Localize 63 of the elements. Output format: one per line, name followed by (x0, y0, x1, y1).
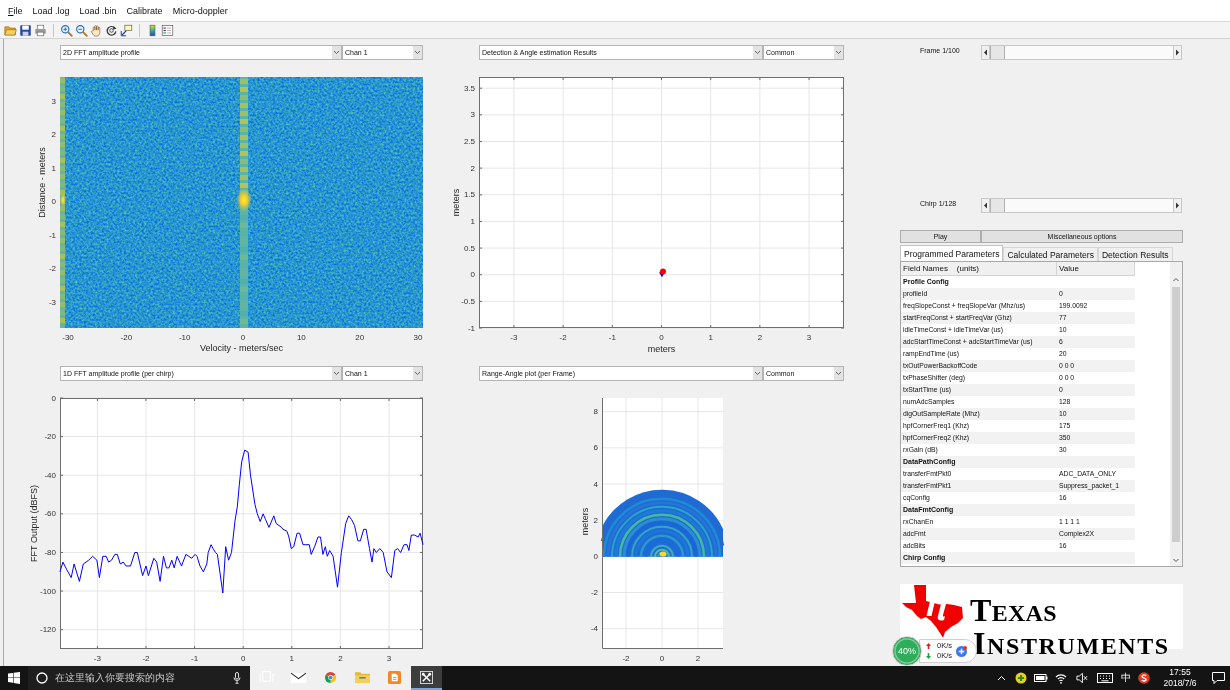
x-tick-label: -3 (93, 653, 101, 663)
x-tick-label: -2 (142, 653, 150, 663)
y-tick-label: 2 (593, 515, 598, 525)
y-tick-label: 0 (51, 197, 56, 206)
y-tick-label: 2.5 (463, 137, 475, 146)
x-tick-label: 1 (289, 653, 294, 663)
y-tick-label: 3 (470, 110, 475, 120)
y-tick-label: -20 (44, 432, 56, 442)
y-tick-label: 2 (51, 130, 56, 139)
y-tick-label: -1 (48, 230, 56, 240)
x-tick-label: 2 (338, 653, 343, 663)
x-tick-label: 3 (806, 332, 812, 342)
y-tick-label: 0 (51, 393, 56, 403)
x-tick-label: 0 (659, 332, 664, 342)
x-tick-label: -30 (62, 332, 74, 342)
x-tick-label: -10 (178, 332, 191, 342)
x-tick-label: 2 (757, 332, 763, 342)
logo-text: TEXAS (970, 594, 1058, 626)
y-tick-label: -3 (48, 297, 56, 307)
x-tick-label: 0 (659, 653, 665, 663)
x-tick-label: -1 (608, 332, 616, 342)
y-tick-label: 1.5 (463, 190, 475, 200)
y-tick-label: -60 (44, 509, 56, 519)
x-tick-label: 0 (240, 332, 246, 342)
y-tick-label: 1 (470, 216, 475, 226)
y-tick-label: -1 (467, 323, 475, 333)
x-tick-label: 10 (296, 332, 306, 342)
logo-text: INSTRUMENTS (973, 627, 1170, 659)
x-tick-label: 1 (708, 332, 713, 342)
y-tick-label: 4 (593, 479, 598, 489)
y-tick-label: -120 (40, 625, 56, 635)
y-axis-label: meters (451, 188, 461, 217)
y-tick-label: -2 (48, 264, 56, 273)
y-tick-label: 1 (51, 163, 56, 173)
y-tick-label: -0.5 (461, 296, 475, 306)
y-tick-label: 0 (470, 270, 475, 280)
x-tick-label: -2 (559, 332, 567, 342)
x-tick-label: 2 (695, 653, 701, 663)
x-tick-label: -2 (622, 653, 630, 663)
y-tick-label: -40 (44, 470, 56, 480)
x-tick-label: -3 (510, 332, 518, 342)
y-tick-label: 2 (470, 163, 475, 173)
y-tick-label: -4 (590, 624, 598, 634)
y-tick-label: 0 (593, 551, 598, 561)
x-tick-label: -20 (120, 332, 133, 342)
y-tick-label: -100 (40, 586, 56, 596)
x-axis-label: Velocity - meters/sec (200, 343, 283, 353)
x-tick-label: 3 (386, 653, 392, 663)
x-tick-label: 20 (355, 332, 365, 342)
x-axis-label: meters (647, 344, 676, 354)
x-tick-label: -1 (191, 653, 199, 663)
y-tick-label: -80 (44, 547, 56, 557)
y-tick-label: 3.5 (463, 83, 475, 93)
y-tick-label: -2 (590, 588, 598, 598)
y-tick-label: 3 (51, 96, 56, 106)
y-tick-label: 8 (593, 407, 598, 417)
y-axis-label: meters (580, 507, 590, 536)
y-axis-label: Distance - meters (36, 147, 47, 218)
x-tick-label: 30 (413, 332, 423, 342)
y-axis-label: FFT Output (dBFS) (28, 485, 39, 562)
y-tick-label: 6 (593, 443, 598, 453)
y-tick-label: 0.5 (463, 243, 475, 253)
x-tick-label: 0 (240, 653, 246, 663)
